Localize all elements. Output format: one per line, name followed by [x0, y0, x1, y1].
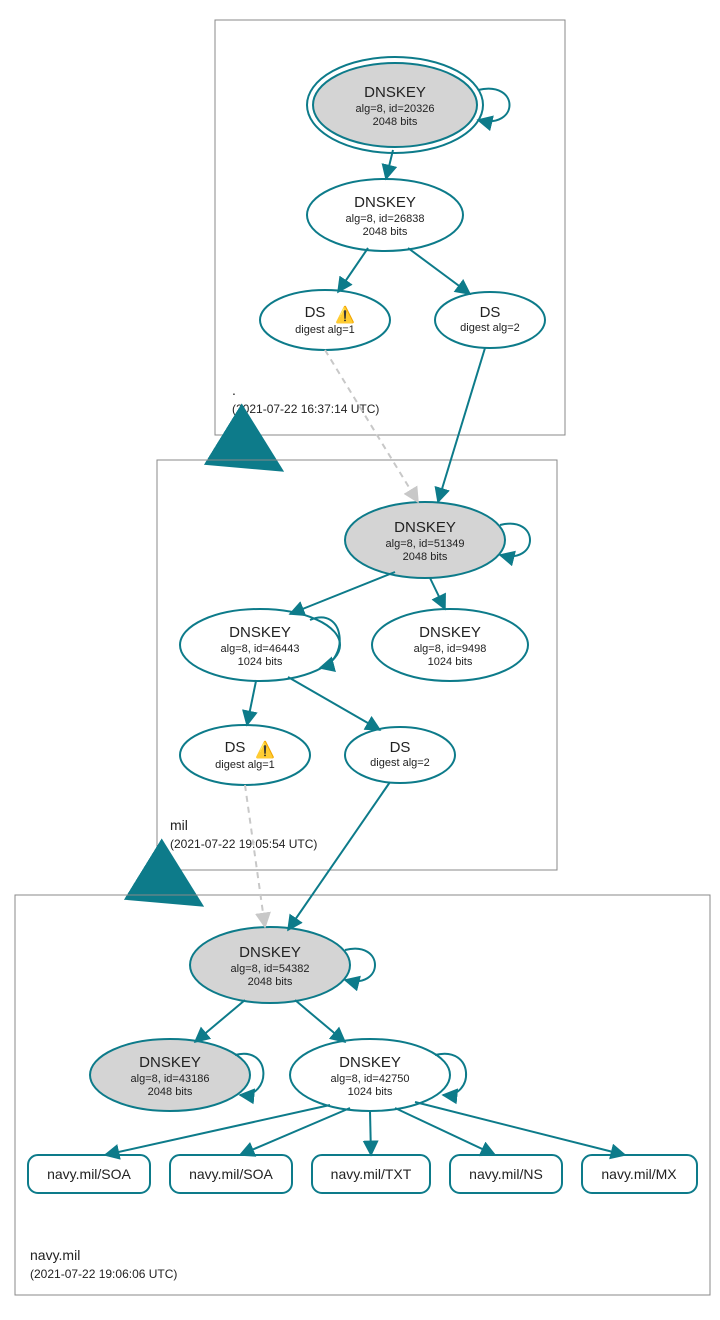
svg-text:DNSKEY: DNSKEY [229, 624, 291, 641]
svg-text:2048 bits: 2048 bits [403, 551, 448, 563]
svg-text:alg=8, id=46443: alg=8, id=46443 [221, 643, 300, 655]
svg-text:alg=8, id=42750: alg=8, id=42750 [331, 1073, 410, 1085]
navy-zsk1-node: DNSKEY alg=8, id=43186 2048 bits [90, 1039, 250, 1111]
navy-ksk-node: DNSKEY alg=8, id=54382 2048 bits [190, 927, 350, 1003]
svg-text:alg=8, id=20326: alg=8, id=20326 [356, 103, 435, 115]
svg-text:1024 bits: 1024 bits [348, 1086, 393, 1098]
mil-ds1-node: DS ⚠️ digest alg=1 [180, 725, 310, 785]
svg-text:2048 bits: 2048 bits [248, 976, 293, 988]
rr-soa-2: navy.mil/SOA [170, 1155, 292, 1193]
root-zsk-node: DNSKEY alg=8, id=26838 2048 bits [307, 179, 463, 251]
svg-text:alg=8, id=54382: alg=8, id=54382 [231, 963, 310, 975]
svg-text:DNSKEY: DNSKEY [394, 519, 456, 536]
svg-text:DS: DS [225, 739, 246, 756]
svg-text:DNSKEY: DNSKEY [354, 194, 416, 211]
zone-mil-label: mil [170, 817, 188, 833]
mil-ds2-node: DS digest alg=2 [345, 727, 455, 783]
svg-text:1024 bits: 1024 bits [428, 656, 473, 668]
svg-text:navy.mil/NS: navy.mil/NS [469, 1166, 543, 1182]
svg-text:DS: DS [305, 304, 326, 321]
svg-text:digest alg=2: digest alg=2 [460, 322, 520, 334]
svg-text:DNSKEY: DNSKEY [419, 624, 481, 641]
svg-text:alg=8, id=9498: alg=8, id=9498 [414, 643, 487, 655]
svg-text:digest alg=1: digest alg=1 [215, 759, 275, 771]
navy-zsk2-node: DNSKEY alg=8, id=42750 1024 bits [290, 1039, 450, 1111]
svg-text:DNSKEY: DNSKEY [364, 84, 426, 101]
zone-root-label: . [232, 382, 236, 398]
rr-txt: navy.mil/TXT [312, 1155, 430, 1193]
svg-text:alg=8, id=51349: alg=8, id=51349 [386, 538, 465, 550]
zone-mil-time: (2021-07-22 19:05:54 UTC) [170, 837, 317, 851]
svg-text:DS: DS [390, 739, 411, 756]
zone-navy-time: (2021-07-22 19:06:06 UTC) [30, 1267, 177, 1281]
svg-text:1024 bits: 1024 bits [238, 656, 283, 668]
svg-text:DS: DS [480, 304, 501, 321]
svg-text:navy.mil/SOA: navy.mil/SOA [47, 1166, 131, 1182]
root-ksk-node: DNSKEY alg=8, id=20326 2048 bits [307, 57, 483, 153]
svg-text:navy.mil/TXT: navy.mil/TXT [331, 1166, 412, 1182]
mil-ksk-node: DNSKEY alg=8, id=51349 2048 bits [345, 502, 505, 578]
warning-icon: ⚠️ [335, 305, 355, 324]
svg-text:DNSKEY: DNSKEY [239, 944, 301, 961]
zone-root-time: (2021-07-22 16:37:14 UTC) [232, 402, 379, 416]
svg-text:alg=8, id=26838: alg=8, id=26838 [346, 213, 425, 225]
svg-text:navy.mil/MX: navy.mil/MX [601, 1166, 677, 1182]
rr-ns: navy.mil/NS [450, 1155, 562, 1193]
rr-soa-1: navy.mil/SOA [28, 1155, 150, 1193]
mil-zsk1-node: DNSKEY alg=8, id=46443 1024 bits [180, 609, 340, 681]
mil-to-navy-delegation [175, 870, 198, 903]
svg-text:digest alg=1: digest alg=1 [295, 324, 355, 336]
svg-text:2048 bits: 2048 bits [363, 226, 408, 238]
root-ds1-node: DS ⚠️ digest alg=1 [260, 290, 390, 350]
svg-text:digest alg=2: digest alg=2 [370, 757, 430, 769]
svg-text:navy.mil/SOA: navy.mil/SOA [189, 1166, 273, 1182]
svg-text:2048 bits: 2048 bits [148, 1086, 193, 1098]
warning-icon: ⚠️ [255, 740, 275, 759]
svg-text:2048 bits: 2048 bits [373, 116, 418, 128]
root-to-mil-delegation [250, 435, 278, 468]
mil-zsk2-node: DNSKEY alg=8, id=9498 1024 bits [372, 609, 528, 681]
rr-mx: navy.mil/MX [582, 1155, 697, 1193]
dnssec-diagram: . (2021-07-22 16:37:14 UTC) DNSKEY alg=8… [0, 0, 720, 1320]
root-ds2-node: DS digest alg=2 [435, 292, 545, 348]
svg-text:DNSKEY: DNSKEY [339, 1054, 401, 1071]
svg-text:DNSKEY: DNSKEY [139, 1054, 201, 1071]
svg-text:alg=8, id=43186: alg=8, id=43186 [131, 1073, 210, 1085]
zone-navy-label: navy.mil [30, 1247, 80, 1263]
